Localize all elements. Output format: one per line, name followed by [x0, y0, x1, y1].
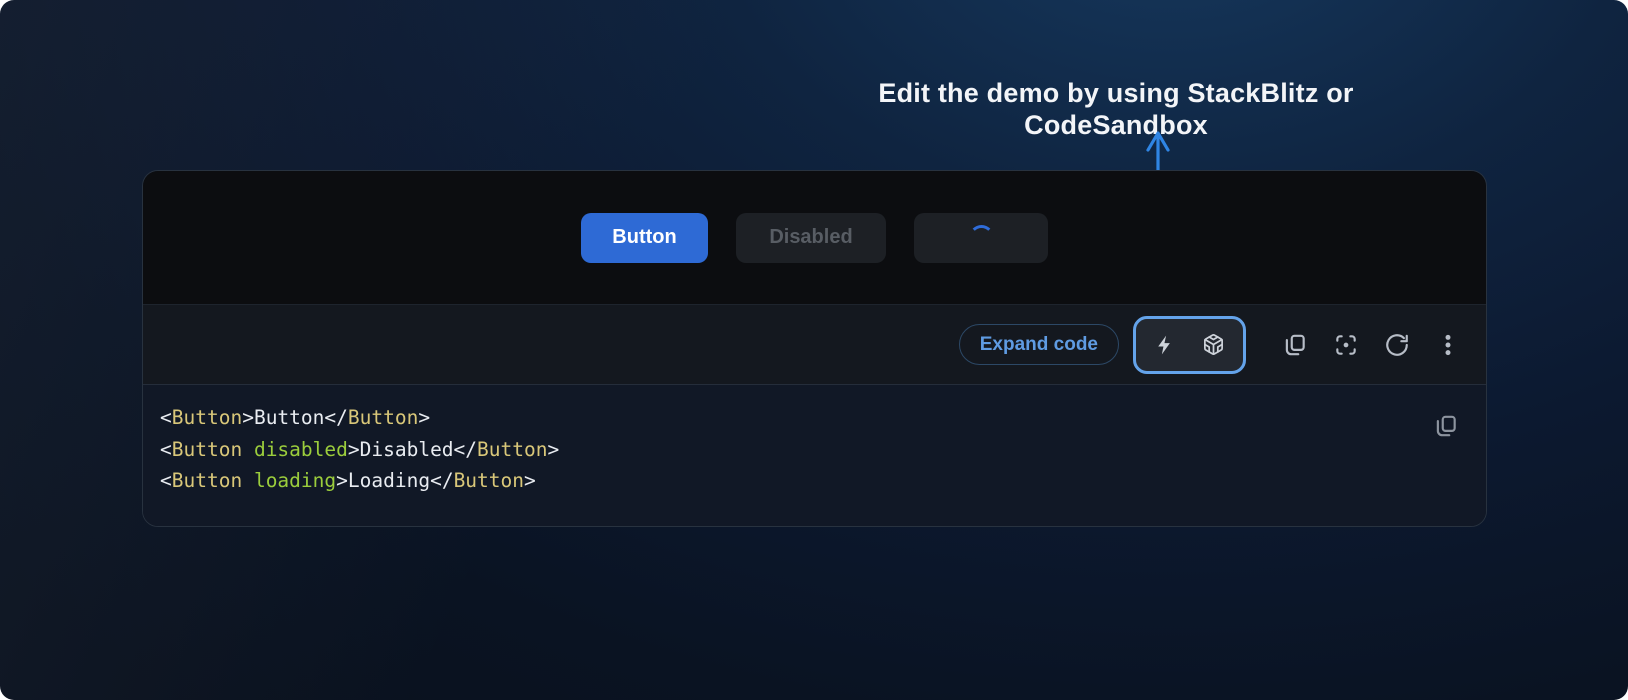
demo-button-primary[interactable]: Button	[581, 213, 708, 263]
demo-button-loading[interactable]	[914, 213, 1048, 263]
stackblitz-bolt-icon[interactable]	[1154, 334, 1176, 356]
demo-stage: Button Disabled	[143, 171, 1486, 304]
refresh-demo-icon[interactable]	[1383, 331, 1410, 358]
codesandbox-cube-icon[interactable]	[1202, 333, 1225, 356]
isolate-demo-icon[interactable]	[1332, 331, 1359, 358]
code-block: <Button>Button</Button><Button disabled>…	[143, 385, 1486, 526]
component-demo-card: Button Disabled Expand code	[142, 170, 1487, 527]
annotation-headline: Edit the demo by using StackBlitz or Cod…	[786, 77, 1446, 141]
edit-online-group	[1133, 316, 1246, 374]
code-line: <Button disabled>Disabled</Button>	[160, 434, 1416, 466]
copy-code-icon[interactable]	[1281, 331, 1308, 358]
code-line: <Button loading>Loading</Button>	[160, 465, 1416, 497]
more-options-icon[interactable]	[1434, 331, 1461, 358]
spinner-icon	[969, 225, 994, 250]
code-lines: <Button>Button</Button><Button disabled>…	[160, 402, 1416, 497]
demo-toolbar: Expand code	[143, 304, 1486, 385]
expand-code-button[interactable]: Expand code	[959, 324, 1119, 365]
demo-button-disabled[interactable]: Disabled	[736, 213, 886, 263]
code-line: <Button>Button</Button>	[160, 402, 1416, 434]
copy-icon[interactable]	[1433, 413, 1459, 439]
page-background: Edit the demo by using StackBlitz or Cod…	[0, 0, 1628, 700]
